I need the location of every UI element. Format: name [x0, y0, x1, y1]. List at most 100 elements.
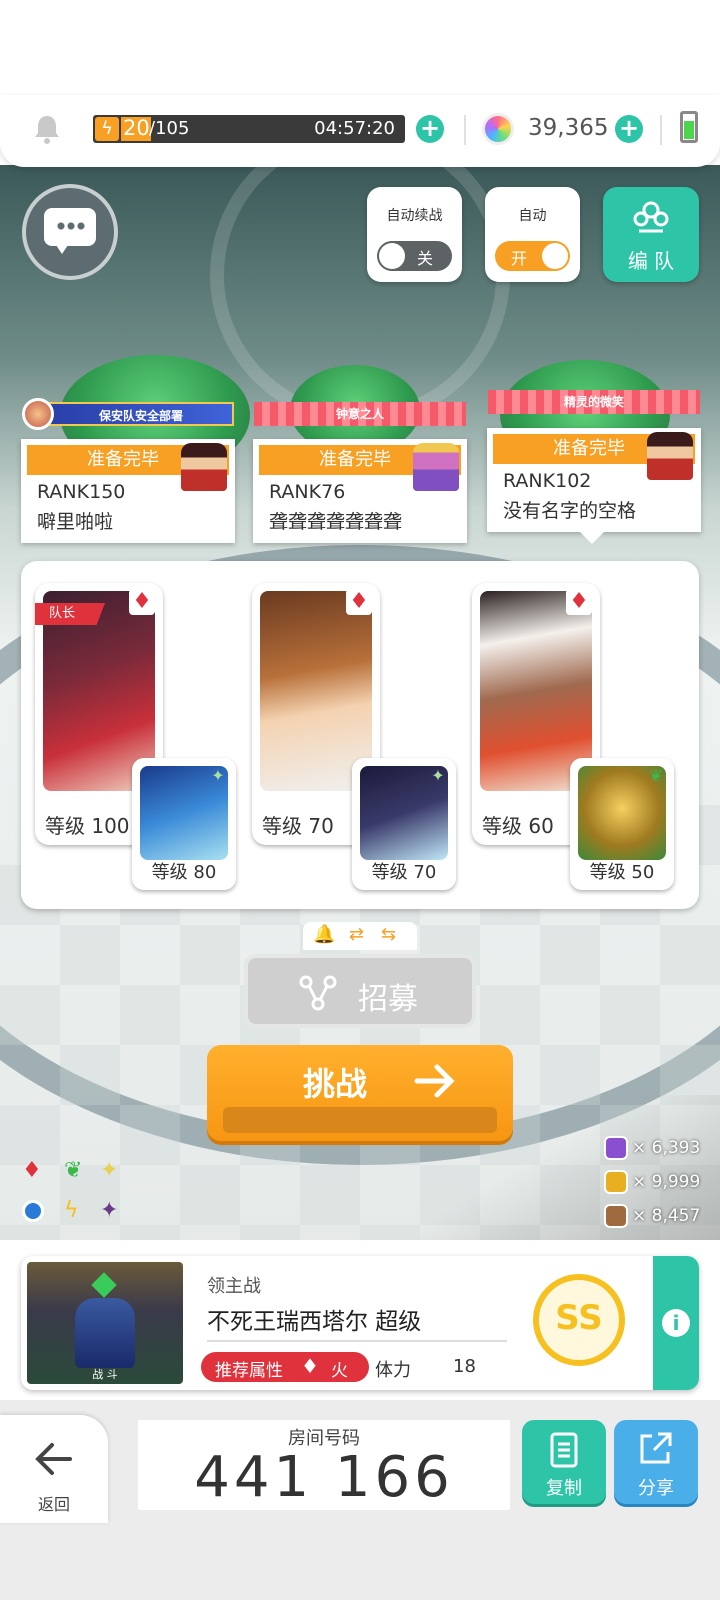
- team-icon: [633, 201, 669, 233]
- player-rank: RANK76: [269, 481, 346, 503]
- player-title-banner: 钟意之人: [254, 402, 466, 426]
- fire-element-icon: ♦: [22, 1158, 42, 1183]
- player-avatar[interactable]: [22, 398, 54, 430]
- add-gems-button[interactable]: +: [615, 115, 643, 143]
- player-card[interactable]: 准备完毕 RANK150 噼里啪啦: [21, 439, 235, 543]
- auto-continue-toggle-card[interactable]: 自动续战 关: [367, 187, 462, 282]
- switch-knob: [379, 243, 405, 269]
- recommend-badge: 推荐属性 ♦ 火: [201, 1352, 369, 1382]
- player-rank: RANK150: [37, 481, 126, 503]
- fire-element-icon: ♦: [566, 589, 592, 615]
- switch-state: 关: [417, 249, 434, 268]
- room-number-box: 房间号码 441 166: [138, 1420, 510, 1510]
- divider: [464, 115, 466, 145]
- gold-emblem-icon: [604, 1170, 628, 1194]
- fire-element-icon: ♦: [301, 1354, 319, 1378]
- resource-row: × 6,393: [604, 1134, 720, 1164]
- wind-element-icon: ❦: [64, 1158, 83, 1183]
- share-icon: [638, 1430, 674, 1466]
- player-name: 噼里啪啦: [37, 511, 114, 533]
- player-card[interactable]: 准备完毕 RANK76 聋聋聋聋聋聋聋: [253, 439, 467, 543]
- switch-state: 开: [511, 249, 528, 268]
- recruit-label: 招募: [358, 982, 418, 1017]
- top-status-bar: ϟ 20 /105 04:57:20 + 39,365 +: [0, 95, 720, 167]
- player-title-banner: 精灵的微笑: [488, 390, 700, 414]
- boss-figure: [75, 1298, 135, 1368]
- bell-icon[interactable]: [32, 113, 62, 145]
- sub-level: 等级 70: [371, 862, 437, 883]
- player-name: 没有名字的空格: [503, 500, 637, 522]
- player-sprite: [181, 443, 227, 491]
- bell-icon: 🔔: [313, 924, 336, 945]
- auto-label: 自动: [518, 208, 547, 224]
- gem-icon: [482, 113, 514, 145]
- resource-row: × 8,457: [604, 1202, 720, 1232]
- back-button[interactable]: 返回: [0, 1415, 108, 1523]
- stamina-cost-label: 体力: [375, 1360, 411, 1381]
- share-label: 分享: [638, 1478, 674, 1499]
- player-rank: RANK102: [503, 470, 592, 492]
- leader-tag: 队长: [35, 603, 105, 625]
- chat-dots: [56, 222, 86, 230]
- fire-element-icon: ♦: [129, 589, 155, 615]
- party-notice-tab[interactable]: 🔔 ⇄ ⇆: [303, 922, 417, 950]
- share-network-icon: [298, 972, 338, 1012]
- resource-value: × 9,999: [632, 1172, 701, 1192]
- boss-portrait: 战 斗: [27, 1262, 183, 1384]
- player-card[interactable]: 准备完毕 RANK102 没有名字的空格: [487, 428, 701, 532]
- recruit-button[interactable]: 招募: [244, 954, 476, 1028]
- fire-element-icon: ♦: [346, 589, 372, 615]
- info-button[interactable]: i: [653, 1256, 699, 1390]
- switch-knob: [542, 243, 568, 269]
- light-element-icon: ✦: [211, 766, 225, 785]
- player-sprite: [413, 443, 459, 491]
- auto-continue-label: 自动续战: [386, 208, 443, 224]
- battery-icon: [680, 111, 698, 143]
- divider: [660, 115, 662, 145]
- recommend-label: 推荐属性: [215, 1361, 283, 1381]
- swap-icon: ⇄: [349, 924, 365, 945]
- thunder-element-icon: ϟ: [64, 1198, 79, 1223]
- player-title-banner: 保安队安全部署: [48, 402, 234, 426]
- element-chart[interactable]: ♦ ❦ ✦ ϟ ✦: [18, 1158, 128, 1230]
- boss-gem: [91, 1272, 117, 1298]
- arrow-left-icon: [34, 1441, 74, 1477]
- chat-icon: [54, 242, 70, 254]
- challenge-button-shade: [223, 1107, 497, 1133]
- swap-icon: ⇆: [381, 924, 397, 945]
- share-button[interactable]: 分享: [614, 1420, 698, 1504]
- stamina-current: 20: [123, 116, 150, 140]
- add-stamina-button[interactable]: +: [416, 115, 444, 143]
- purple-emblem-icon: [604, 1136, 628, 1160]
- auto-continue-switch[interactable]: 关: [377, 241, 452, 271]
- back-label: 返回: [37, 1495, 70, 1514]
- player-sprite: [647, 432, 693, 480]
- wind-element-icon: ❦: [649, 766, 663, 785]
- chat-button[interactable]: [22, 184, 118, 280]
- bronze-emblem-icon: [604, 1204, 628, 1228]
- stamina-cost-value: 18: [453, 1356, 476, 1377]
- auto-switch[interactable]: 开: [495, 241, 570, 271]
- copy-label: 复制: [546, 1478, 582, 1499]
- copy-button[interactable]: 复制: [522, 1420, 606, 1504]
- sub-level: 等级 50: [589, 862, 655, 883]
- team-formation-button[interactable]: 编 队: [603, 187, 699, 282]
- challenge-label: 挑战: [303, 1065, 368, 1103]
- info-icon: i: [662, 1309, 690, 1337]
- sub-level: 等级 80: [151, 862, 217, 883]
- light-element-icon: ✦: [431, 766, 445, 785]
- portrait-caption: 战 斗: [92, 1368, 118, 1381]
- grade-text: SS: [555, 1298, 603, 1338]
- sub-character-card[interactable]: ✦ 等级 80: [132, 758, 236, 890]
- auto-toggle-card[interactable]: 自动 开: [485, 187, 580, 282]
- sub-character-card[interactable]: ✦ 等级 70: [352, 758, 456, 890]
- stamina-timer: 04:57:20: [314, 118, 395, 139]
- divider: [207, 1340, 507, 1342]
- challenge-button[interactable]: 挑战: [207, 1045, 513, 1141]
- resource-row: × 9,999: [604, 1168, 720, 1198]
- resource-value: × 6,393: [632, 1138, 701, 1158]
- stamina-bar: ϟ 20 /105 04:57:20: [93, 115, 405, 143]
- boss-info-panel[interactable]: 战 斗 领主战 不死王瑞西塔尔 超级 推荐属性 ♦ 火 体力 18 SS i: [21, 1256, 699, 1390]
- sub-character-card[interactable]: ❦ 等级 50: [570, 758, 674, 890]
- grade-badge: SS: [533, 1274, 625, 1366]
